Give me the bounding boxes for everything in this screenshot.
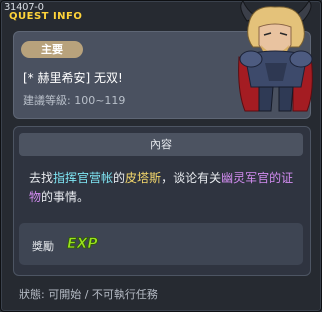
reward-label: 獎勵	[32, 240, 54, 253]
exp-icon: EXP	[67, 236, 99, 253]
svg-text:EXP: EXP	[67, 236, 98, 252]
recommended-level: 建議等級: 100~119	[23, 94, 126, 107]
npc-portrait	[238, 1, 313, 112]
desc-text: 去找	[29, 171, 54, 185]
quest-info-window: 31407-0 QUEST INFO 主要 [* 赫里希安] 无双! 建議等級:…	[0, 0, 322, 312]
window-title: QUEST INFO	[9, 11, 83, 22]
quest-type-badge: 主要	[21, 41, 83, 58]
quest-description: 去找指挥官营帐的皮塔斯，谈论有关幽灵军官的证物的事情。	[29, 169, 299, 207]
desc-text: ，谈论有关	[161, 171, 222, 185]
desc-text: 的	[113, 171, 126, 185]
location-link[interactable]: 指挥官营帐	[53, 171, 113, 185]
npc-link[interactable]: 皮塔斯	[125, 171, 161, 185]
quest-name: [* 赫里希安] 无双!	[23, 71, 123, 85]
reward-panel	[19, 223, 303, 265]
desc-text: 的事情。	[41, 190, 90, 204]
content-header: 內容	[19, 133, 303, 156]
quest-status: 狀態: 可開始 / 不可執行任務	[19, 288, 158, 301]
